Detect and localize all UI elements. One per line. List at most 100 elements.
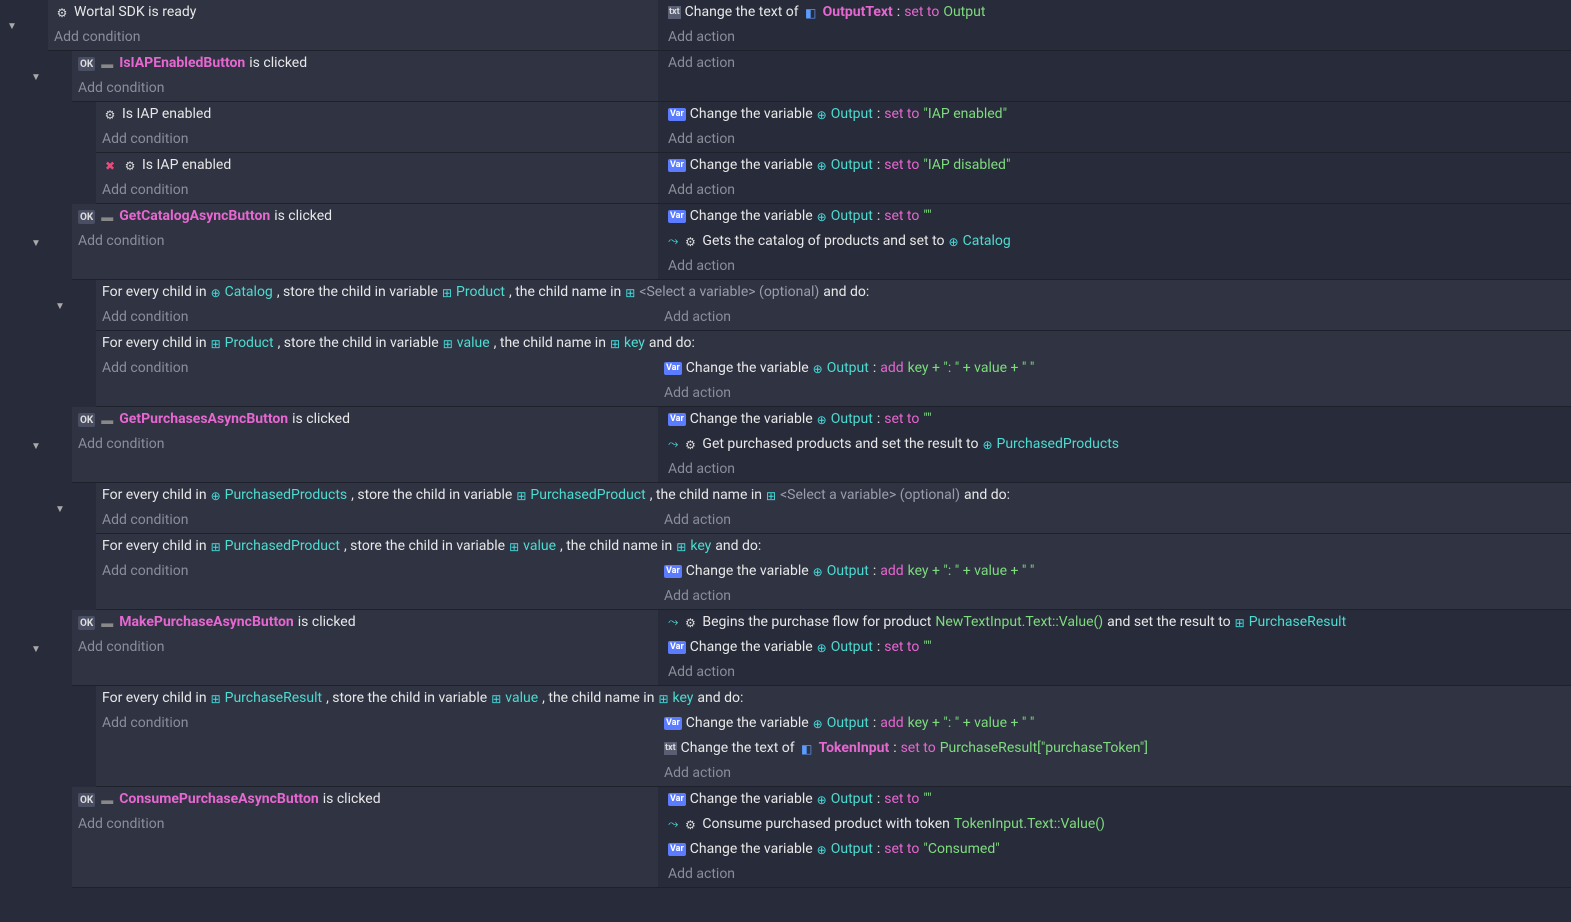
add-condition-link[interactable]: Add condition	[48, 25, 658, 50]
collapse-arrow-icon[interactable]: ▼	[31, 236, 41, 251]
add-condition-link[interactable]: Add condition	[72, 812, 658, 837]
object-ref: IsIAPEnabledButton	[119, 53, 245, 74]
object-ref: MakePurchaseAsyncButton	[119, 612, 294, 633]
actions-column[interactable]: VarChange the variable⊕Output:set to"" ⤳…	[658, 787, 1571, 887]
event-row: ▼ ⚙Wortal SDK is ready Add condition txt…	[0, 0, 1571, 51]
struct-icon: ⊞	[491, 690, 501, 708]
add-condition-link[interactable]: Add condition	[96, 559, 654, 584]
conditions-column[interactable]: OK▬IsIAPEnabledButtonis clicked Add cond…	[72, 51, 658, 101]
add-action-link[interactable]: Add action	[662, 127, 1571, 152]
globe-icon: ⊕	[817, 791, 827, 809]
add-action-link[interactable]: Add action	[662, 862, 1571, 887]
object-icon: ◧	[799, 741, 815, 757]
event-row: ▼ For every child in ⊕PurchasedProducts …	[0, 483, 1571, 534]
globe-icon: ⊕	[817, 639, 827, 657]
add-action-link[interactable]: Add action	[662, 457, 1571, 482]
button-icon: OK	[78, 793, 95, 807]
add-action-link[interactable]: Add action	[658, 584, 1571, 609]
text-icon: txt	[664, 742, 677, 755]
foreach-header[interactable]: For every child in ⊕PurchasedProducts , …	[96, 483, 1571, 508]
struct-icon: ⊞	[658, 690, 668, 708]
struct-icon: ⊞	[443, 335, 453, 353]
condition-text: Wortal SDK is ready	[74, 2, 196, 23]
collapse-arrow-icon[interactable]: ▼	[7, 19, 17, 34]
object-ref: OutputText	[823, 2, 893, 23]
add-action-link[interactable]: Add action	[662, 25, 1571, 50]
var-icon: Var	[668, 159, 686, 172]
foreach-header[interactable]: For every child in ⊞Product , store the …	[96, 331, 1571, 356]
action-icon: ⤳	[668, 613, 678, 633]
foreach-header[interactable]: For every child in ⊕Catalog , store the …	[96, 280, 1571, 305]
add-condition-link[interactable]: Add condition	[72, 432, 658, 457]
foreach-header[interactable]: For every child in ⊞PurchasedProduct , s…	[96, 534, 1571, 559]
conditions-column[interactable]: OK▬GetCatalogAsyncButtonis clicked Add c…	[72, 204, 658, 279]
add-condition-link[interactable]: Add condition	[72, 76, 658, 101]
add-condition-link[interactable]: Add condition	[96, 127, 658, 152]
action-icon: ⤳	[668, 435, 678, 455]
event-row: For every child in ⊞PurchaseResult , sto…	[0, 686, 1571, 787]
struct-icon: ⊞	[676, 538, 686, 556]
conditions-column[interactable]: OK▬ConsumePurchaseAsyncButtonis clicked …	[72, 787, 658, 887]
add-condition-link[interactable]: Add condition	[96, 356, 654, 381]
object-ref: GetCatalogAsyncButton	[119, 206, 270, 227]
conditions-column[interactable]: ⚙Wortal SDK is ready Add condition	[48, 0, 658, 50]
slider-icon: ▬	[99, 56, 115, 72]
struct-icon: ⊞	[625, 284, 635, 302]
add-action-link[interactable]: Add action	[662, 178, 1571, 203]
globe-icon: ⊕	[813, 563, 823, 581]
add-action-link[interactable]: Add action	[658, 761, 1571, 786]
add-condition-link[interactable]: Add condition	[96, 178, 658, 203]
event-row: ▼ OK▬MakePurchaseAsyncButtonis clicked A…	[0, 610, 1571, 686]
actions-column[interactable]: ⤳⚙Begins the purchase flow for productNe…	[658, 610, 1571, 685]
add-action-link[interactable]: Add action	[662, 660, 1571, 685]
variable-ref: Catalog	[963, 231, 1011, 252]
add-action-link[interactable]: Add action	[658, 305, 1571, 330]
conditions-column[interactable]: ⚙Is IAP enabled Add condition	[96, 102, 658, 152]
collapse-arrow-icon[interactable]: ▼	[31, 642, 41, 657]
collapse-arrow-icon[interactable]: ▼	[55, 502, 65, 517]
condition-text: Is IAP enabled	[122, 104, 211, 125]
actions-column[interactable]: VarChange the variable⊕Output:set to"IAP…	[658, 153, 1571, 203]
conditions-column[interactable]: OK▬MakePurchaseAsyncButtonis clicked Add…	[72, 610, 658, 685]
actions-column[interactable]: txtChange the text of◧OutputText:set toO…	[658, 0, 1571, 50]
add-condition-link[interactable]: Add condition	[96, 305, 654, 330]
struct-icon: ⊞	[442, 284, 452, 302]
globe-icon: ⊕	[817, 411, 827, 429]
value: Output	[943, 2, 985, 23]
value: ""	[923, 206, 931, 227]
value: "IAP disabled"	[923, 155, 1010, 176]
button-icon: OK	[78, 413, 95, 427]
struct-icon: ⊞	[211, 538, 221, 556]
slider-icon: ▬	[99, 412, 115, 428]
foreach-header[interactable]: For every child in ⊞PurchaseResult , sto…	[96, 686, 1571, 711]
button-icon: OK	[78, 210, 95, 224]
struct-icon: ⊞	[211, 690, 221, 708]
add-condition-link[interactable]: Add condition	[72, 635, 658, 660]
globe-icon: ⊕	[949, 233, 959, 251]
add-condition-link[interactable]: Add condition	[96, 508, 654, 533]
actions-column[interactable]: VarChange the variable⊕Output:set to"" ⤳…	[658, 204, 1571, 279]
collapse-arrow-icon[interactable]: ▼	[31, 70, 41, 85]
var-icon: Var	[664, 362, 682, 375]
button-icon: OK	[78, 616, 95, 630]
collapse-arrow-icon[interactable]: ▼	[55, 299, 65, 314]
actions-column[interactable]: Add action	[658, 51, 1571, 101]
globe-icon: ⊕	[813, 715, 823, 733]
conditions-column[interactable]: ✖⚙Is IAP enabled Add condition	[96, 153, 658, 203]
slider-icon: ▬	[99, 615, 115, 631]
var-icon: Var	[668, 413, 686, 426]
add-condition-link[interactable]: Add condition	[96, 711, 654, 736]
add-action-link[interactable]: Add action	[658, 381, 1571, 406]
add-condition-link[interactable]: Add condition	[72, 229, 658, 254]
globe-icon: ⊕	[817, 157, 827, 175]
actions-column[interactable]: VarChange the variable⊕Output:set to"" ⤳…	[658, 407, 1571, 482]
conditions-column[interactable]: OK▬GetPurchasesAsyncButtonis clicked Add…	[72, 407, 658, 482]
condition-text: Is IAP enabled	[142, 155, 231, 176]
add-action-link[interactable]: Add action	[662, 254, 1571, 279]
add-action-link[interactable]: Add action	[658, 508, 1571, 533]
struct-icon: ⊞	[211, 335, 221, 353]
variable-ref: Output	[831, 206, 873, 227]
actions-column[interactable]: VarChange the variable⊕Output:set to"IAP…	[658, 102, 1571, 152]
collapse-arrow-icon[interactable]: ▼	[31, 439, 41, 454]
add-action-link[interactable]: Add action	[662, 51, 1571, 76]
